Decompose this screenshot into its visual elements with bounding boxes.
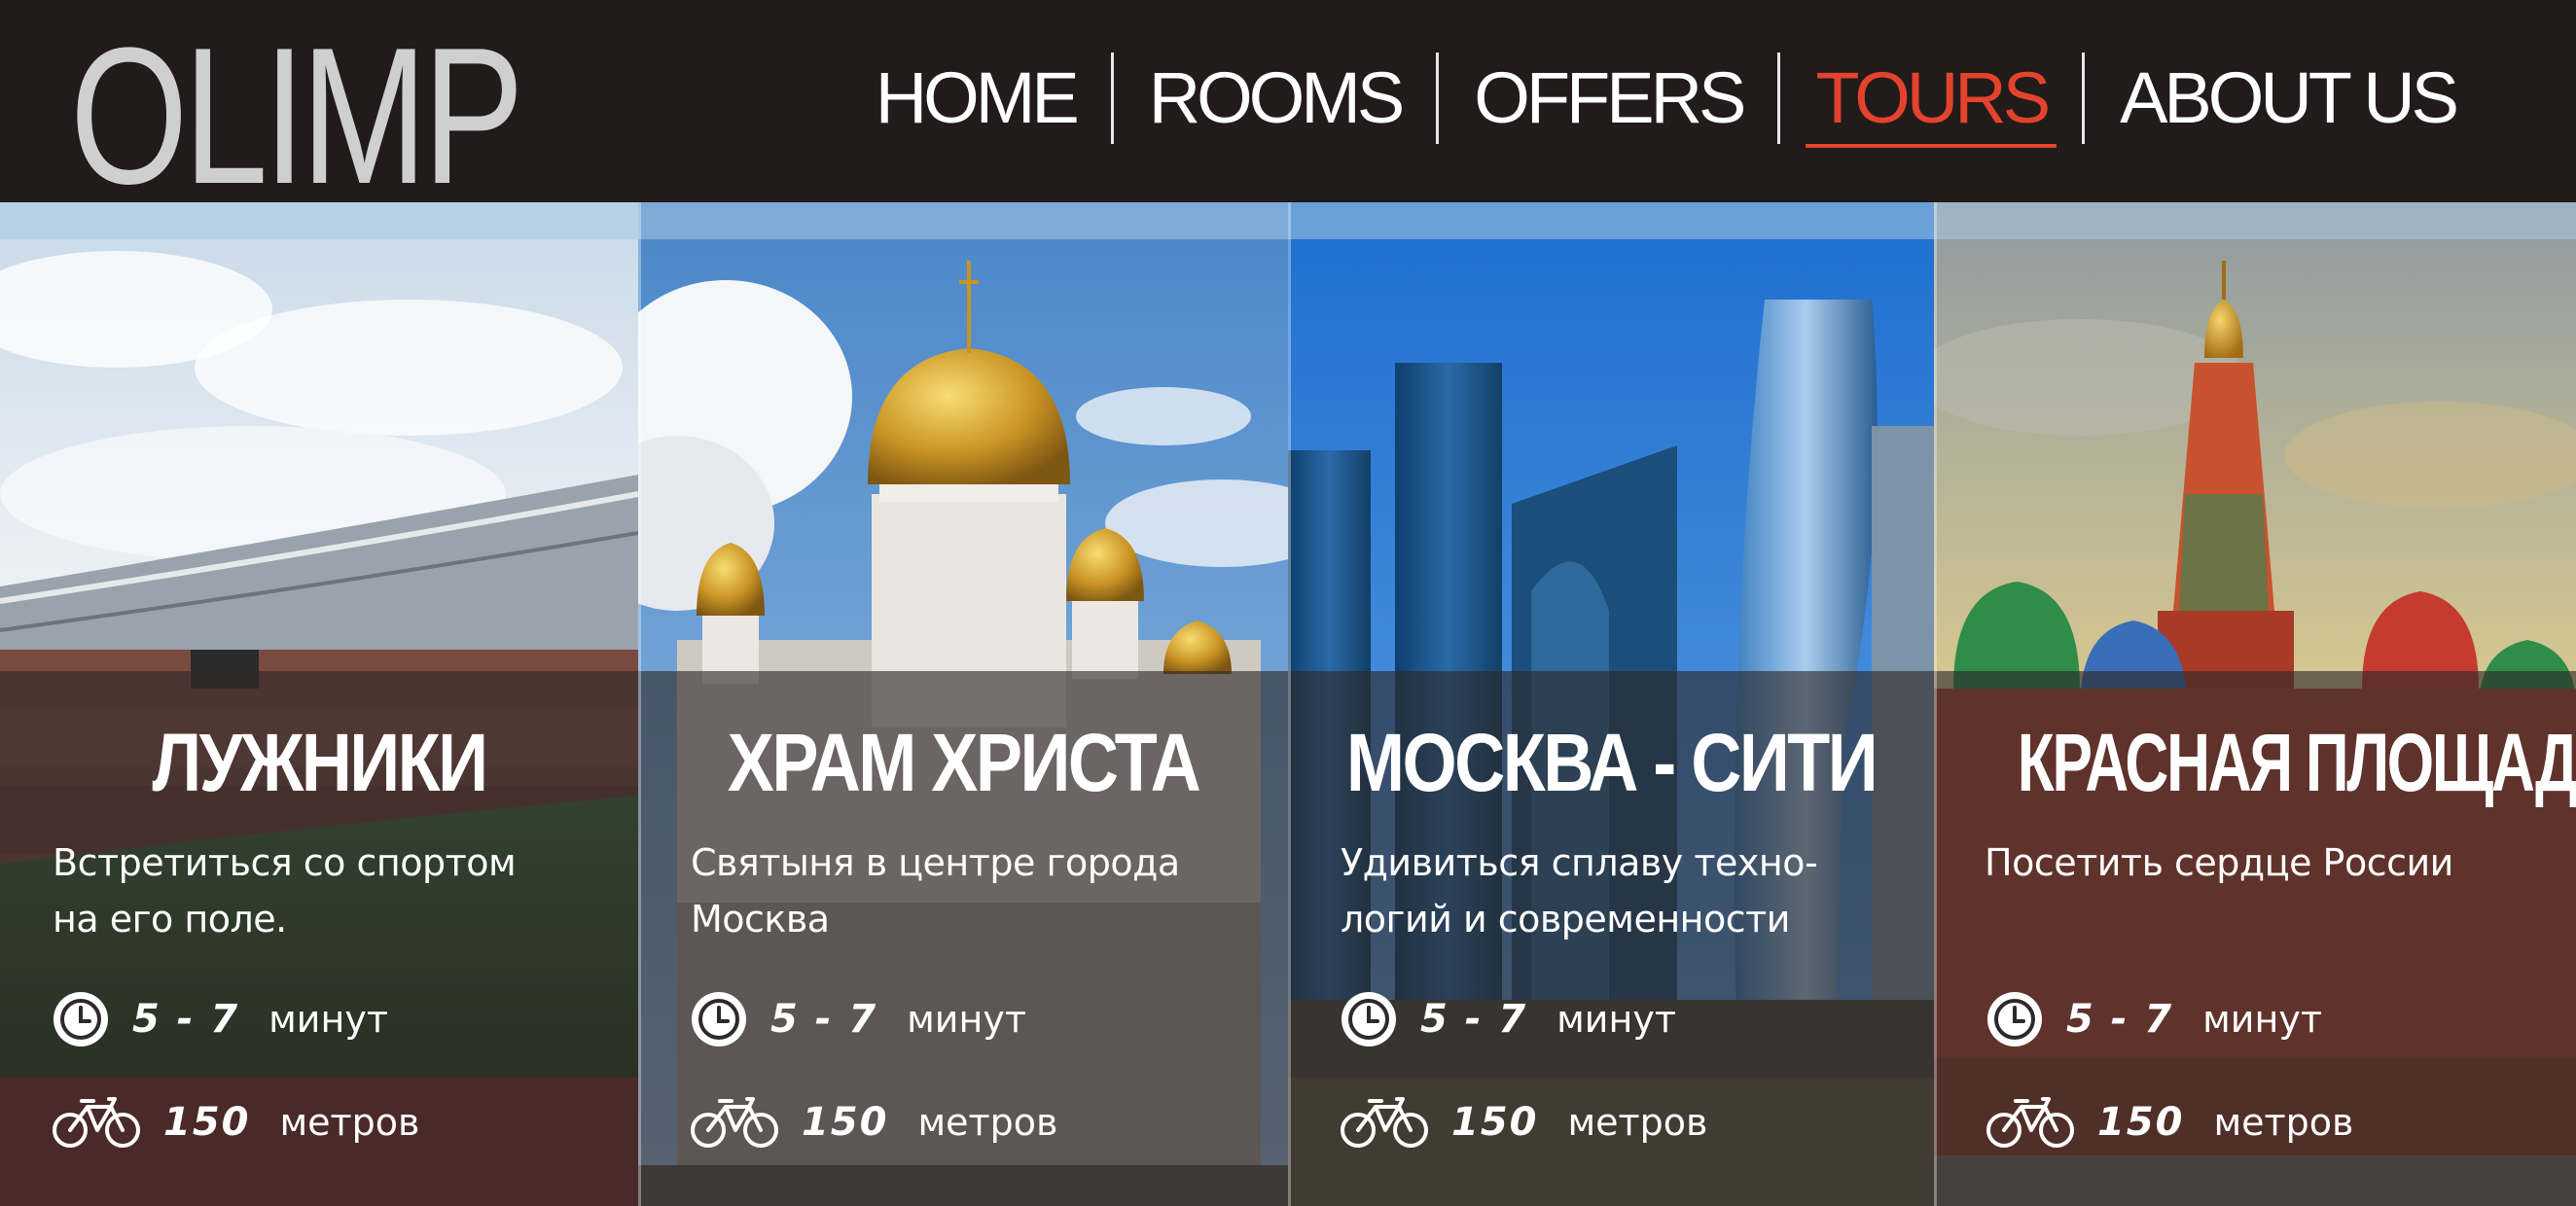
tour-card-red-square[interactable]: КРАСНАЯ ПЛОЩАДЬ Посетить сердце России 5… <box>1934 202 2576 1206</box>
site-logo[interactable]: OLIMP <box>70 19 519 214</box>
distance-unit: метров <box>917 1101 1058 1144</box>
nav-rooms[interactable]: ROOMS <box>1114 51 1437 146</box>
clock-icon <box>54 992 108 1046</box>
tour-card-moscow-city[interactable]: МОСКВА - СИТИ Удивиться сплаву техно- ло… <box>1288 202 1934 1206</box>
description-line: Посетить сердце России <box>1985 841 2453 884</box>
top-tint <box>1288 202 1934 239</box>
distance-unit: метров <box>279 1101 420 1144</box>
description-line: Удивиться сплаву техно- <box>1341 841 1818 884</box>
time-unit: минут <box>907 998 1026 1041</box>
bicycle-icon <box>1341 1097 1428 1148</box>
description-line: Москва <box>691 898 830 940</box>
card-description: Удивиться сплаву техно- логий и современ… <box>1341 834 1905 947</box>
card-title: ЛУЖНИКИ <box>152 717 489 808</box>
clock-icon <box>1342 992 1396 1046</box>
top-tint <box>0 202 638 239</box>
site-header: OLIMP HOME ROOMS OFFERS TOURS ABOUT US <box>0 0 2576 214</box>
card-divider <box>1288 202 1291 1206</box>
time-value: 5 - 7 <box>770 997 878 1042</box>
clock-icon <box>692 992 746 1046</box>
tour-card-cathedral[interactable]: ХРАМ ХРИСТА Святыня в центре города Моск… <box>638 202 1288 1206</box>
card-divider <box>638 202 641 1206</box>
travel-distance: 150 метров <box>1985 1089 2353 1155</box>
nav-offers[interactable]: OFFERS <box>1439 51 1777 146</box>
time-value: 5 - 7 <box>2066 997 2174 1042</box>
card-divider <box>1934 202 1937 1206</box>
travel-distance: 150 метров <box>51 1089 419 1155</box>
main-nav: HOME ROOMS OFFERS TOURS ABOUT US <box>841 51 2490 148</box>
distance-value: 150 <box>163 1100 251 1145</box>
travel-time: 5 - 7 минут <box>689 986 1026 1052</box>
description-line: Встретиться со спортом <box>53 841 517 884</box>
card-description: Встретиться со спортом на его поле. <box>53 834 617 947</box>
description-line: логий и современности <box>1341 898 1791 940</box>
distance-value: 150 <box>1451 1100 1539 1145</box>
nav-about-us[interactable]: ABOUT US <box>2085 51 2490 146</box>
card-title: МОСКВА - СИТИ <box>1345 717 1878 808</box>
distance-value: 150 <box>2097 1100 2185 1145</box>
nav-home[interactable]: HOME <box>841 51 1111 146</box>
travel-time: 5 - 7 минут <box>51 986 388 1052</box>
top-tint <box>638 202 1288 239</box>
bicycle-icon <box>53 1097 140 1148</box>
description-line: Святыня в центре города <box>691 841 1180 884</box>
top-tint <box>1934 202 2576 239</box>
travel-time: 5 - 7 минут <box>1339 986 1676 1052</box>
tour-card-luzhniki[interactable]: ЛУЖНИКИ Встретиться со спортом на его по… <box>0 202 638 1206</box>
time-unit: минут <box>1556 998 1676 1041</box>
travel-distance: 150 метров <box>689 1089 1057 1155</box>
card-title: ХРАМ ХРИСТА <box>727 717 1201 808</box>
nav-tours[interactable]: TOURS <box>1780 51 2082 148</box>
travel-distance: 150 метров <box>1339 1089 1707 1155</box>
description-line: на его поле. <box>53 898 287 940</box>
distance-value: 150 <box>802 1100 889 1145</box>
bicycle-icon <box>691 1097 778 1148</box>
time-value: 5 - 7 <box>1420 997 1528 1042</box>
bicycle-icon <box>1986 1097 2074 1148</box>
travel-time: 5 - 7 минут <box>1985 986 2322 1052</box>
tour-cards: ЛУЖНИКИ Встретиться со спортом на его по… <box>0 202 2576 1206</box>
distance-unit: метров <box>2213 1101 2354 1144</box>
clock-icon <box>1987 992 2042 1046</box>
time-value: 5 - 7 <box>132 997 240 1042</box>
distance-unit: метров <box>1567 1101 1708 1144</box>
card-title: КРАСНАЯ ПЛОЩАДЬ <box>2017 717 2576 808</box>
card-description: Посетить сердце России <box>1985 834 2549 891</box>
time-unit: минут <box>2202 998 2322 1041</box>
time-unit: минут <box>268 998 388 1041</box>
card-description: Святыня в центре города Москва <box>691 834 1255 947</box>
